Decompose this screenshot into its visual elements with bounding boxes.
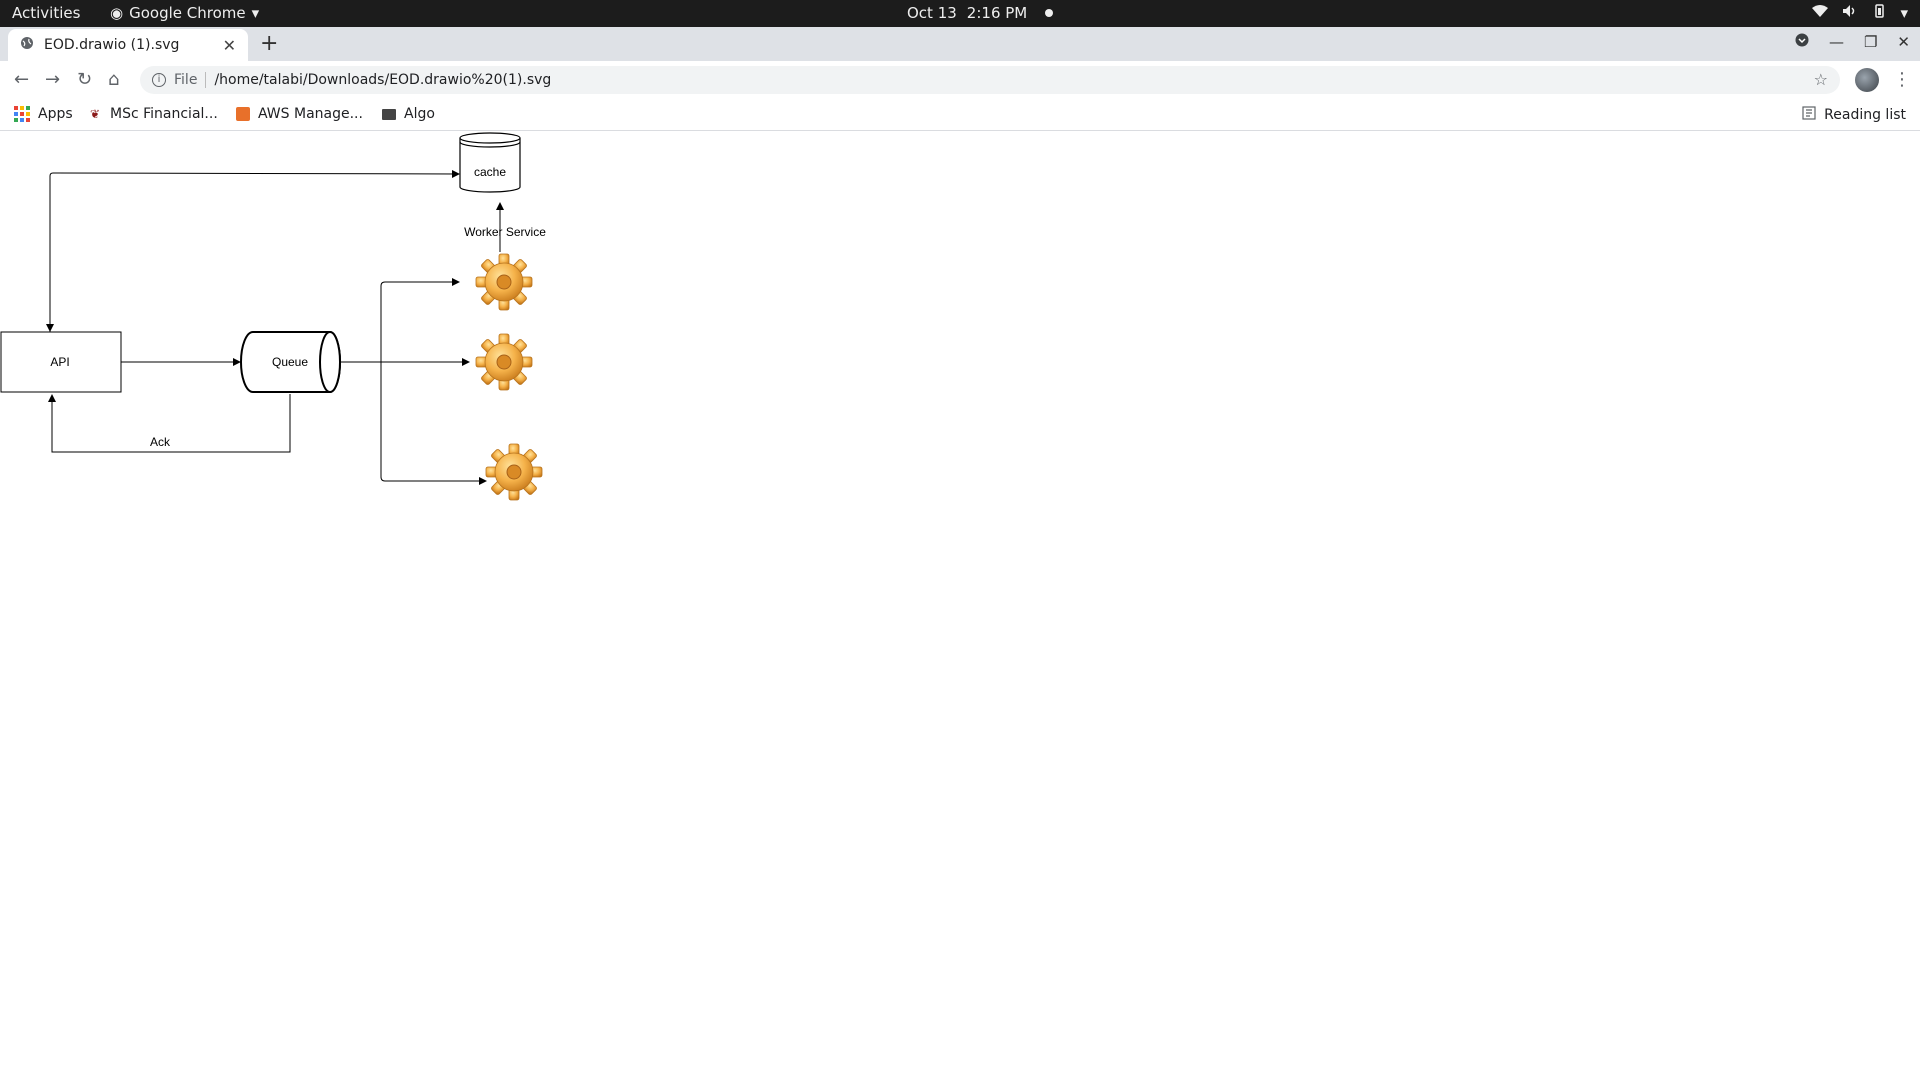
bookmark-msc-financial[interactable]: ❦ MSc Financial... [90,106,218,122]
minimize-icon[interactable]: — [1829,33,1844,51]
app-name: Google Chrome [129,4,246,22]
bookmark-apps[interactable]: Apps [14,106,73,122]
reading-list-icon [1802,106,1816,124]
bookmarks-bar: Apps ❦ MSc Financial... AWS Manage... Al… [0,99,1920,131]
home-icon[interactable]: ⌂ [108,69,119,90]
volume-icon [1842,4,1858,22]
edge-queue-to-worker-1 [380,278,460,362]
new-tab-button[interactable]: + [260,31,278,56]
bookmark-label: MSc Financial... [110,106,218,122]
info-icon[interactable]: i [152,73,166,87]
ack-label: Ack [150,435,171,449]
app-menu[interactable]: ◉ Google Chrome ▾ [110,4,259,22]
architecture-diagram: cache API Queue Ack Worker Service [0,132,546,501]
cache-node: cache [459,132,521,193]
edge-queue-ack-to-api [48,394,291,453]
activities-button[interactable]: Activities [12,4,80,22]
reload-icon[interactable]: ↻ [77,69,92,90]
diagram-canvas: cache API Queue Ack Worker Service [0,131,1920,1080]
tab-active[interactable]: EOD.drawio (1).svg ✕ [8,29,248,61]
time: 2:16 PM [966,4,1028,22]
forward-icon[interactable]: → [45,69,60,90]
bookmark-label: Apps [38,106,73,122]
system-tray[interactable]: ▾ [1812,4,1908,22]
bookmark-label: AWS Manage... [258,106,363,122]
api-node: API [0,331,122,393]
profile-avatar[interactable] [1855,68,1879,92]
tab-search-icon[interactable] [1795,33,1809,51]
date: Oct 13 [907,4,957,22]
queue-label: Queue [272,355,308,369]
cache-label: cache [474,165,506,179]
system-top-bar: Activities ◉ Google Chrome ▾ Oct 13 2:16… [0,0,1920,27]
gear-icon [485,443,543,501]
menu-icon[interactable]: ⋮ [1893,69,1911,90]
aws-icon [236,107,250,121]
bookmark-label: Algo [404,106,435,122]
folder-icon [382,108,396,120]
tab-title: EOD.drawio (1).svg [44,37,180,53]
chevron-down-icon: ▾ [1900,4,1908,22]
bookmark-algo[interactable]: Algo [382,106,435,122]
worker-service-label: Worker Service [464,225,546,239]
reading-list-label: Reading list [1824,107,1906,123]
address-bar[interactable]: i File /home/talabi/Downloads/EOD.drawio… [140,66,1840,94]
close-icon[interactable]: ✕ [223,36,236,55]
browser-toolbar: ← → ↻ ⌂ i File /home/talabi/Downloads/EO… [0,61,1920,99]
tab-strip: EOD.drawio (1).svg ✕ + — ❐ ✕ [0,27,1920,61]
close-window-icon[interactable]: ✕ [1897,33,1910,51]
globe-icon [20,36,34,54]
gear-icon [475,333,533,391]
api-label: API [50,355,69,369]
edge-queue-to-worker-3 [380,362,487,485]
chrome-icon: ◉ [110,4,124,22]
queue-node: Queue [240,331,341,393]
chevron-down-icon: ▾ [251,4,260,22]
clock[interactable]: Oct 13 2:16 PM [907,4,1054,22]
address-url[interactable]: /home/talabi/Downloads/EOD.drawio%20(1).… [214,72,551,88]
star-icon[interactable]: ☆ [1814,70,1828,89]
edge-api-to-cache [49,169,460,339]
msc-logo-icon: ❦ [90,107,101,121]
apps-grid-icon [14,106,30,122]
address-scheme: File [174,72,207,88]
restore-icon[interactable]: ❐ [1864,33,1877,51]
wifi-icon [1812,4,1829,22]
notification-dot-icon [1045,9,1054,17]
reading-list-button[interactable]: Reading list [1802,106,1906,124]
bookmark-aws[interactable]: AWS Manage... [236,106,363,122]
back-icon[interactable]: ← [14,69,29,90]
battery-icon [1872,4,1886,22]
window-controls: — ❐ ✕ [1795,33,1910,51]
gear-icon [475,253,533,311]
